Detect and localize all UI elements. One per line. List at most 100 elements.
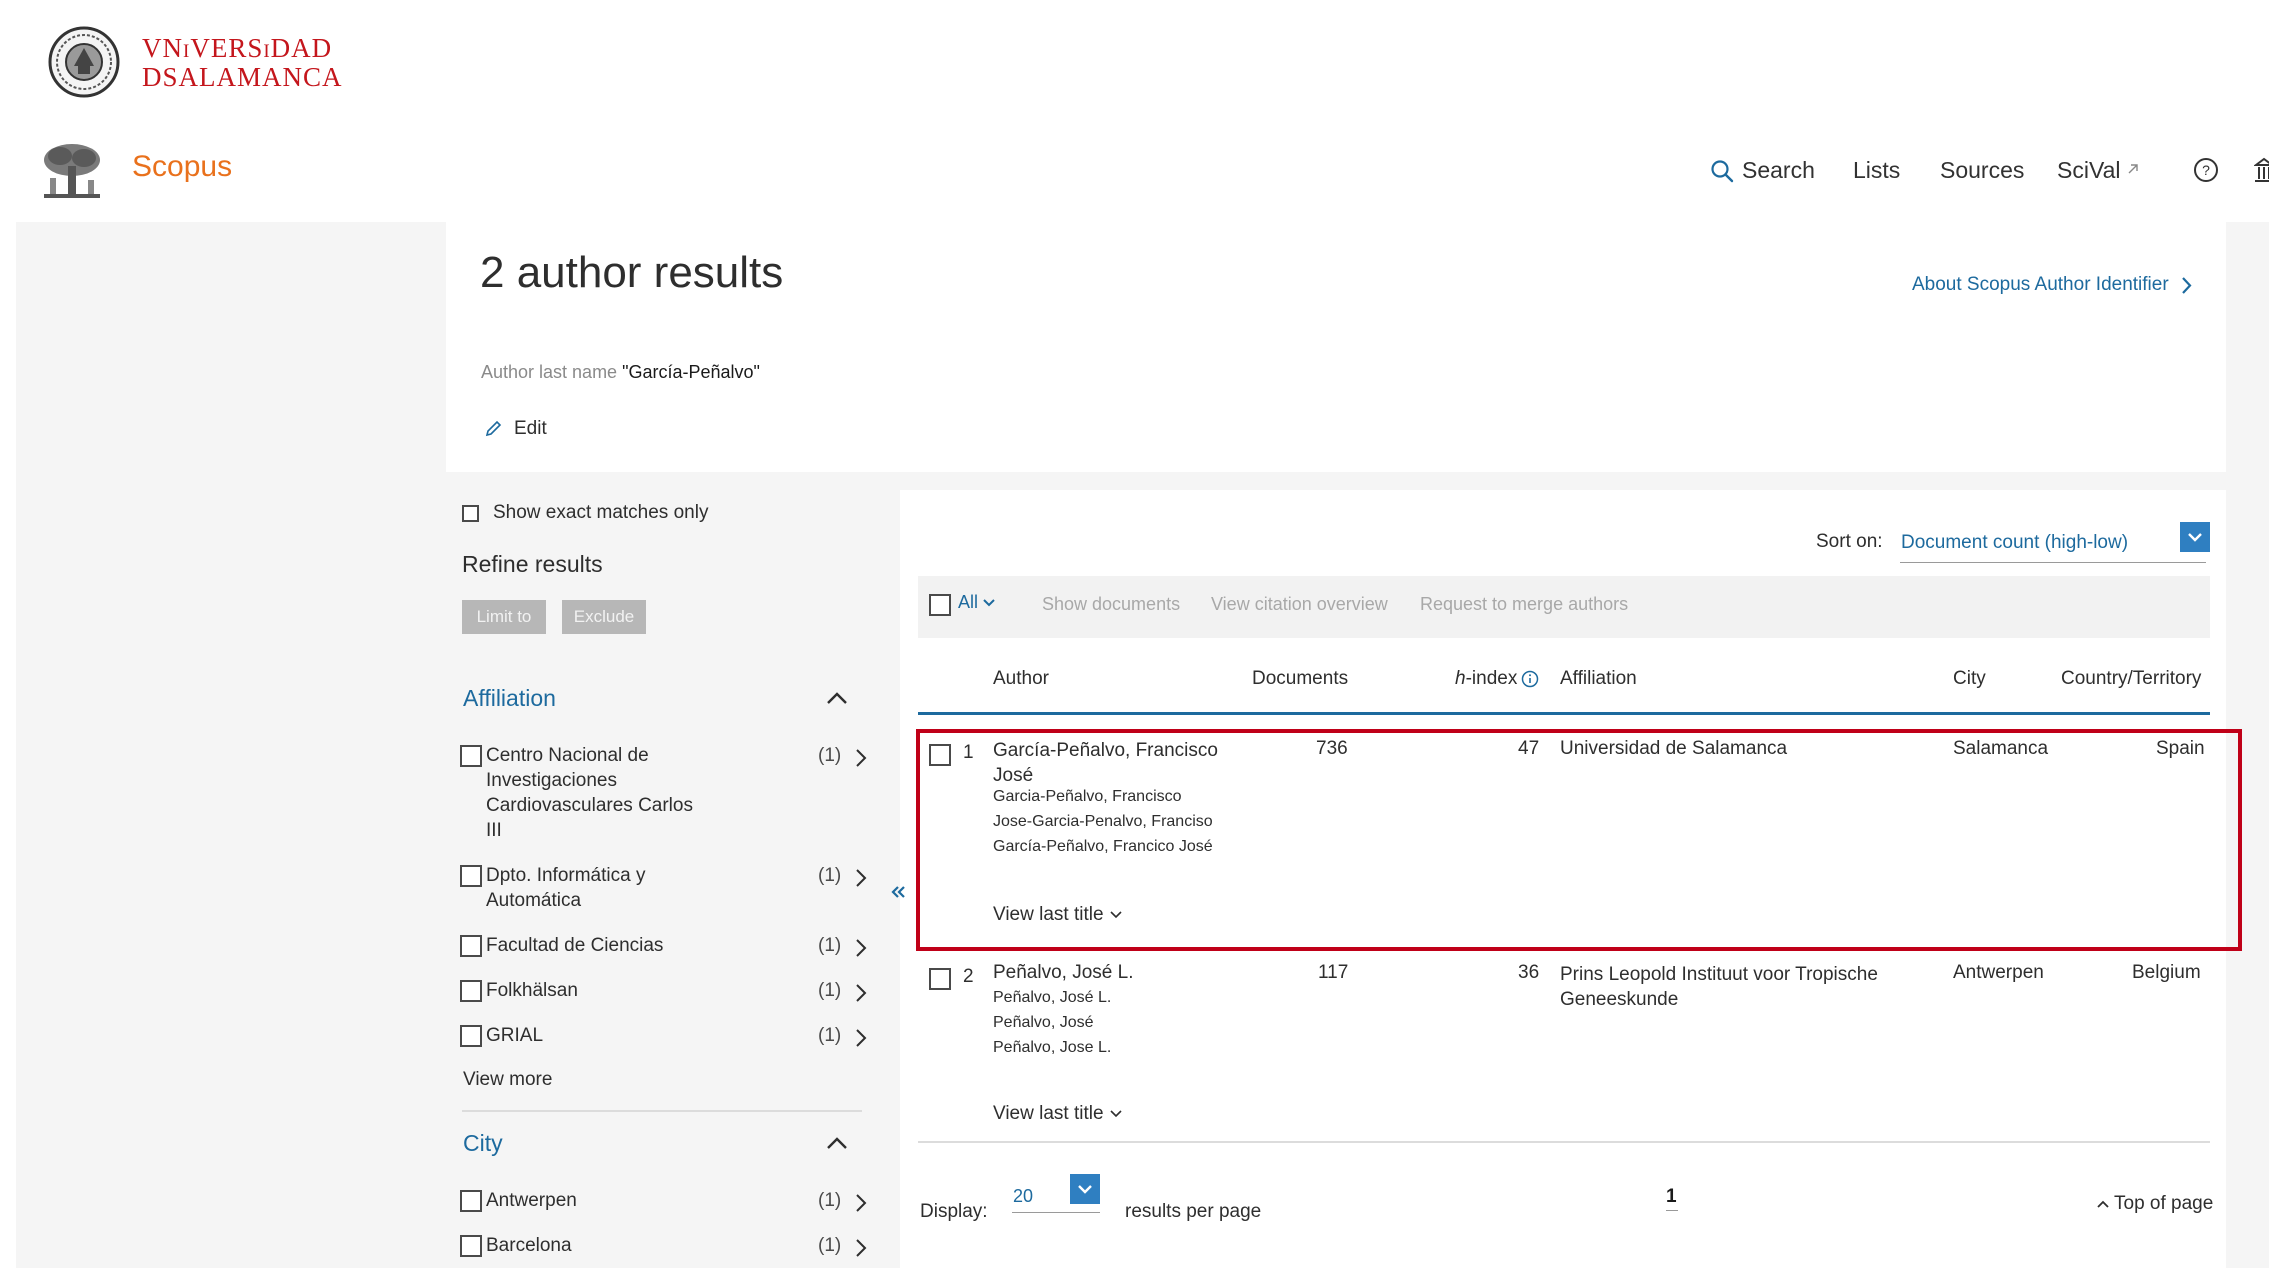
nav-search-label: Search (1742, 157, 1815, 183)
affiliation-checkbox[interactable] (460, 745, 482, 767)
sort-dropdown-button[interactable] (2180, 522, 2210, 552)
city-checkbox[interactable] (460, 1190, 482, 1212)
affiliation-item-label: Dpto. Informática y Automática (486, 865, 646, 911)
request-merge-button[interactable]: Request to merge authors (1420, 594, 1628, 615)
chevron-right-icon[interactable] (855, 938, 867, 958)
affiliation-checkbox[interactable] (460, 980, 482, 1002)
nav-sources[interactable]: Sources (1940, 157, 2024, 184)
chevron-right-icon[interactable] (855, 1238, 867, 1258)
about-link-label: About Scopus Author Identifier (1912, 274, 2169, 295)
documents-count[interactable]: 736 (1316, 738, 1348, 760)
exact-matches-option[interactable]: Show exact matches only (462, 502, 708, 524)
chevron-down-icon (2188, 533, 2202, 542)
per-page-underline (1012, 1212, 1100, 1213)
chevron-right-icon[interactable] (855, 983, 867, 1003)
chevron-right-icon (2181, 276, 2192, 294)
view-citation-overview-button[interactable]: View citation overview (1211, 594, 1388, 615)
chevron-right-icon[interactable] (855, 748, 867, 768)
top-of-page-link[interactable]: Top of page (2096, 1193, 2213, 1215)
affiliation-checkbox[interactable] (460, 1025, 482, 1047)
affiliation-item[interactable]: GRIAL (460, 1023, 760, 1048)
chevron-right-icon[interactable] (855, 868, 867, 888)
view-last-title-toggle[interactable]: View last title (993, 1103, 1122, 1125)
chevron-down-icon (1109, 911, 1122, 919)
affiliation-item[interactable]: Facultad de Ciencias (460, 933, 760, 958)
city-item-label: Antwerpen (486, 1190, 577, 1211)
limit-to-button[interactable]: Limit to (462, 600, 546, 634)
author-variant: Garcia-Peñalvo, Francisco (993, 788, 1182, 805)
chevron-right-icon[interactable] (855, 1028, 867, 1048)
h-index-value: 47 (1518, 738, 1540, 759)
affiliation-facet-heading[interactable]: Affiliation (463, 685, 556, 712)
show-documents-button[interactable]: Show documents (1042, 594, 1180, 615)
author-name-link[interactable]: García-Peñalvo, Francisco José (993, 738, 1218, 788)
per-page-dropdown-button[interactable] (1070, 1174, 1100, 1204)
top-of-page-label: Top of page (2114, 1193, 2214, 1214)
city-item[interactable]: Antwerpen (460, 1188, 760, 1213)
info-icon[interactable] (1521, 670, 1539, 688)
affiliation-item[interactable]: Centro Nacional de Investigaciones Cardi… (460, 743, 700, 843)
chevron-right-icon[interactable] (855, 1193, 867, 1213)
institution-icon[interactable] (2253, 155, 2269, 185)
city-item-count: (1) (818, 1235, 842, 1256)
result-checkbox[interactable] (929, 744, 951, 766)
affiliation-checkbox[interactable] (460, 865, 482, 887)
affiliation-value: Universidad de Salamanca (1560, 738, 1788, 759)
nav-lists[interactable]: Lists (1853, 157, 1900, 184)
affiliation-item-label: Centro Nacional de Investigaciones Cardi… (486, 745, 693, 841)
h-index-suffix: -index (1465, 668, 1518, 689)
help-icon[interactable]: ? (2193, 157, 2219, 183)
column-author[interactable]: Author (993, 668, 1049, 690)
select-all-label: All (958, 592, 979, 612)
affiliation-view-more-link[interactable]: View more (463, 1069, 552, 1091)
select-all-dropdown[interactable]: All (958, 592, 996, 613)
chevron-up-icon[interactable] (826, 691, 848, 705)
about-author-identifier-link[interactable]: About Scopus Author Identifier (1912, 274, 2192, 296)
collapse-sidebar-icon[interactable] (890, 884, 906, 900)
city-item-count: (1) (818, 1190, 842, 1211)
column-h-index[interactable]: h -index (1455, 668, 1539, 690)
select-all-checkbox[interactable] (929, 594, 951, 616)
column-affiliation[interactable]: Affiliation (1560, 668, 1637, 690)
affiliation-item-label: GRIAL (486, 1025, 544, 1046)
author-variant: Peñalvo, Jose L. (993, 1039, 1112, 1056)
exact-matches-checkbox[interactable] (462, 504, 479, 522)
affiliation-line: Geneeskunde (1560, 989, 1679, 1010)
pencil-icon (485, 420, 502, 437)
city-value: Salamanca (1953, 738, 2049, 759)
nav-search[interactable]: Search (1710, 157, 1815, 184)
result-number: 1 (963, 742, 974, 763)
column-documents[interactable]: Documents (1252, 668, 1348, 690)
documents-count[interactable]: 117 (1318, 962, 1348, 984)
author-variant: Jose-Garcia-Penalvo, Franciso (993, 813, 1213, 830)
column-country[interactable]: Country/Territory (2061, 668, 2201, 690)
affiliation-item-count: (1) (818, 745, 842, 766)
view-last-title-toggle[interactable]: View last title (993, 904, 1122, 926)
results-per-page-label: results per page (1125, 1201, 1262, 1222)
chevron-up-icon[interactable] (826, 1136, 848, 1150)
affiliation-checkbox[interactable] (460, 935, 482, 957)
city-item[interactable]: Barcelona (460, 1233, 760, 1258)
country-value: Belgium (2132, 962, 2201, 983)
affiliation-item[interactable]: Dpto. Informática y Automática (460, 863, 700, 913)
nav-scival[interactable]: SciVal (2057, 157, 2139, 184)
sort-select[interactable]: Document count (high-low) (1901, 532, 2128, 554)
current-page[interactable]: 1 (1666, 1186, 1677, 1208)
affiliation-item[interactable]: Folkhälsan (460, 978, 760, 1003)
external-link-icon (2128, 164, 2138, 174)
edit-label: Edit (514, 418, 547, 439)
exclude-button[interactable]: Exclude (562, 600, 646, 634)
edit-search-button[interactable]: Edit (484, 418, 547, 440)
elsevier-tree-logo[interactable] (38, 140, 106, 202)
author-name-line: José (993, 765, 1034, 786)
scopus-brand[interactable]: Scopus (132, 150, 232, 184)
result-checkbox[interactable] (929, 968, 951, 990)
country-value: Spain (2156, 738, 2205, 759)
city-checkbox[interactable] (460, 1235, 482, 1257)
per-page-select[interactable]: 20 (1013, 1186, 1033, 1207)
column-city[interactable]: City (1953, 668, 1986, 690)
affiliation-item-count: (1) (818, 1025, 842, 1046)
h-index-prefix: h (1455, 668, 1466, 689)
city-facet-heading[interactable]: City (463, 1130, 503, 1157)
author-name-link[interactable]: Peñalvo, José L. (993, 962, 1133, 984)
